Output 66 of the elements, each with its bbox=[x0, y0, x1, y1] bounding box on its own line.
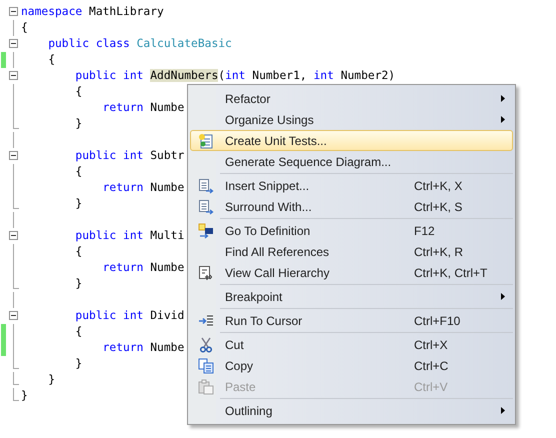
code-token: { bbox=[74, 325, 82, 338]
document-arrow-icon bbox=[198, 178, 214, 194]
code-token: } bbox=[47, 373, 56, 386]
code-token: MathLibrary bbox=[89, 5, 164, 18]
copy-icon bbox=[198, 358, 214, 374]
collapse-icon[interactable] bbox=[9, 7, 18, 16]
menu-item[interactable]: Cut Ctrl+X bbox=[190, 334, 513, 355]
call-hierarchy-icon bbox=[198, 264, 214, 280]
code-token: return bbox=[102, 101, 144, 114]
code-token: int bbox=[225, 69, 246, 82]
code-token: Number1, bbox=[251, 69, 308, 82]
code-token: } bbox=[74, 197, 82, 210]
code-token: Numbe bbox=[150, 261, 184, 274]
menu-item[interactable]: Organize Usings bbox=[190, 109, 513, 130]
menu-item[interactable]: Refactor bbox=[190, 88, 513, 109]
collapse-icon[interactable] bbox=[9, 311, 18, 320]
scissors-icon bbox=[198, 336, 214, 352]
code-token: return bbox=[102, 341, 144, 354]
code-token: ( bbox=[218, 69, 226, 82]
menu-item[interactable]: Outlining bbox=[190, 400, 513, 421]
menu-item[interactable]: Go To Definition F12 bbox=[190, 220, 513, 241]
code-token: AddNumbers bbox=[150, 69, 218, 82]
code-token: namespace bbox=[21, 5, 84, 18]
test-document-icon bbox=[198, 132, 214, 148]
collapse-icon[interactable] bbox=[9, 71, 18, 80]
code-token: } bbox=[21, 389, 28, 402]
code-token: return bbox=[102, 261, 144, 274]
menu-item[interactable]: Create Unit Tests... bbox=[190, 130, 513, 151]
code-token: public int bbox=[74, 149, 144, 162]
code-token: { bbox=[74, 165, 82, 178]
menu-item[interactable]: Insert Snippet... Ctrl+K, X bbox=[190, 175, 513, 196]
code-token: { bbox=[21, 21, 28, 34]
code-token: Numbe bbox=[150, 341, 184, 354]
collapse-icon[interactable] bbox=[9, 231, 18, 240]
code-token: } bbox=[74, 277, 82, 290]
menu-item[interactable]: Breakpoint bbox=[190, 286, 513, 307]
menu-item[interactable]: Generate Sequence Diagram... bbox=[190, 151, 513, 172]
menu-item[interactable]: Run To Cursor Ctrl+F10 bbox=[190, 310, 513, 331]
code-token: { bbox=[47, 53, 56, 66]
code-token: public int bbox=[74, 229, 144, 242]
run-to-cursor-icon bbox=[198, 312, 214, 328]
collapse-icon[interactable] bbox=[9, 151, 18, 160]
code-token: int bbox=[313, 69, 334, 82]
menu-item[interactable]: View Call Hierarchy Ctrl+K, Ctrl+T bbox=[190, 262, 513, 283]
code-token: } bbox=[74, 117, 82, 130]
code-token: public int bbox=[74, 69, 144, 82]
code-token: } bbox=[74, 357, 82, 370]
code-token: return bbox=[102, 181, 144, 194]
code-token: Subtr bbox=[150, 149, 184, 162]
code-token: { bbox=[74, 85, 82, 98]
paste-icon bbox=[198, 378, 214, 394]
collapse-icon[interactable] bbox=[9, 39, 18, 48]
menu-item[interactable]: Surround With... Ctrl+K, S bbox=[190, 196, 513, 217]
code-token: CalculateBasic bbox=[136, 37, 232, 50]
menu-item[interactable]: Find All References Ctrl+K, R bbox=[190, 241, 513, 262]
definition-icon bbox=[198, 222, 214, 238]
code-token: Multi bbox=[150, 229, 184, 242]
menu-item[interactable]: Copy Ctrl+C bbox=[190, 355, 513, 376]
code-token: public int bbox=[74, 309, 144, 322]
code-token: { bbox=[74, 245, 82, 258]
code-token: Number2) bbox=[340, 69, 396, 82]
code-token: Numbe bbox=[150, 181, 184, 194]
code-token: public class bbox=[47, 37, 131, 50]
code-token: Numbe bbox=[150, 101, 184, 114]
document-arrow-icon bbox=[198, 198, 214, 214]
code-token: Divid bbox=[150, 309, 184, 322]
